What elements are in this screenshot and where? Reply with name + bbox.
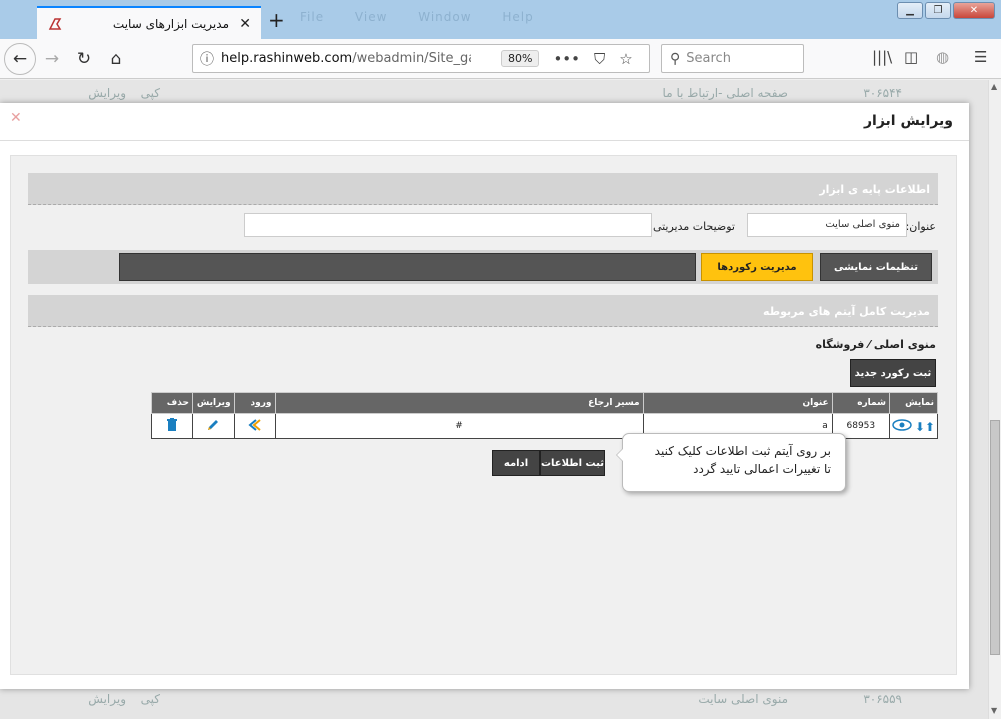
- eye-icon[interactable]: [892, 418, 912, 434]
- enter-icon: [247, 418, 261, 431]
- bg-row-title: صفحه اصلی -ارتباط با ما: [662, 86, 788, 100]
- col-number: شماره: [831, 392, 890, 414]
- modal-header: ✕ ویرایش ابزار: [0, 103, 969, 141]
- new-tab-button[interactable]: +: [268, 8, 285, 32]
- scroll-down-icon[interactable]: ▼: [991, 706, 997, 715]
- minimize-button[interactable]: ▁: [897, 2, 923, 19]
- bg-row-edit: ویرایش: [88, 692, 126, 706]
- back-icon[interactable]: ←: [4, 43, 36, 75]
- tab-display-settings[interactable]: تنظیمات نمایشی: [820, 253, 932, 281]
- hamburger-menu-icon[interactable]: ☰: [974, 48, 987, 66]
- records-table: نمایش شماره عنوان مسیر ارجاع ورود ویرایش…: [151, 392, 939, 439]
- sidebar-icon[interactable]: ◫: [904, 48, 918, 66]
- tab-close-icon[interactable]: ✕: [237, 16, 251, 32]
- tooltip-line-1: بر روی آیتم ثبت اطلاعات کلیک کنید: [654, 444, 831, 458]
- scroll-up-icon[interactable]: ▲: [991, 82, 997, 91]
- tab-title: مدیریت ابزارهای سایت: [112, 16, 229, 31]
- page-actions-icon[interactable]: •••: [553, 50, 580, 68]
- url-bar[interactable]: ⓘ help.rashinweb.com/webadmin/Site_gad 8…: [192, 44, 650, 73]
- menu-view[interactable]: View: [355, 10, 387, 24]
- bg-row-edit: ویرایش: [88, 86, 126, 100]
- globe-icon[interactable]: ◍: [936, 48, 949, 66]
- home-icon[interactable]: ⌂: [104, 47, 128, 71]
- page-scrollbar[interactable]: ▲ ▼: [988, 80, 1001, 719]
- enter-cell[interactable]: [233, 413, 276, 439]
- url-path: /webadmin/Site_gad: [352, 51, 471, 66]
- breadcrumb: منوی اصلی ⁄ فروشگاه: [815, 338, 936, 351]
- bookmark-star-icon[interactable]: ☆: [619, 50, 632, 68]
- menu-window[interactable]: Window: [418, 10, 471, 24]
- active-tab[interactable]: ✕ مدیریت ابزارهای سایت: [37, 6, 261, 39]
- base-info-header: اطلاعات پایه ی ابزار: [28, 173, 938, 205]
- reload-icon[interactable]: ↻: [72, 47, 96, 71]
- bg-row-id: ۳۰۶۵۴۴: [863, 86, 902, 100]
- browser-window: ✕ مدیریت ابزارهای سایت + File View Windo…: [0, 0, 1001, 719]
- tab-record-management[interactable]: مدیریت رکوردها: [701, 253, 813, 281]
- col-path: مسیر ارجاع: [274, 392, 644, 414]
- forward-icon[interactable]: →: [40, 47, 64, 71]
- window-controls: ▁ ❐ ✕: [897, 2, 995, 19]
- modal-body: اطلاعات پایه ی ابزار عنوان: منوی اصلی سا…: [10, 155, 957, 675]
- scroll-thumb[interactable]: [990, 420, 1000, 655]
- admin-desc-label: توضیحات مدیریتی:: [649, 220, 735, 233]
- title-input[interactable]: منوی اصلی سایت: [747, 213, 907, 237]
- col-enter: ورود: [233, 392, 276, 414]
- col-edit: ویرایش: [191, 392, 235, 414]
- info-icon[interactable]: ⓘ: [193, 49, 221, 69]
- menu-bar: File View Window Help: [300, 10, 560, 24]
- url-host: help.rashinweb.com: [221, 51, 353, 66]
- navigation-bar: ← → ↻ ⌂ ⓘ help.rashinweb.com/webadmin/Si…: [0, 39, 1001, 79]
- bg-row-copy: کپی: [140, 692, 160, 706]
- edit-cell[interactable]: [191, 413, 235, 439]
- instruction-tooltip: بر روی آیتم ثبت اطلاعات کلیک کنید تا تغی…: [616, 433, 846, 492]
- search-placeholder: Search: [686, 51, 731, 66]
- search-input[interactable]: ⚲ Search: [661, 44, 804, 73]
- site-favicon-icon: [47, 16, 63, 32]
- window-close-button[interactable]: ✕: [953, 2, 995, 19]
- tab-content-strip: [119, 253, 696, 281]
- trash-icon[interactable]: [166, 418, 177, 434]
- url-text[interactable]: help.rashinweb.com/webadmin/Site_gad: [221, 51, 471, 66]
- pocket-icon[interactable]: ⛉: [594, 50, 605, 68]
- bg-row-title: منوی اصلی سایت: [698, 692, 788, 706]
- zoom-level[interactable]: 80%: [501, 50, 540, 67]
- tooltip-line-2: تا تغییرات اعمالی تایید گردد: [693, 462, 831, 476]
- bg-row-id: ۳۰۶۵۵۹: [863, 692, 902, 706]
- pencil-icon[interactable]: [206, 419, 220, 435]
- col-display: نمایش: [888, 392, 939, 414]
- library-icon[interactable]: |||\: [872, 48, 892, 66]
- edit-tool-modal: ✕ ویرایش ابزار اطلاعات پایه ی ابزار عنوا…: [0, 103, 969, 689]
- modal-title: ویرایش ابزار: [863, 113, 953, 129]
- display-cell: ⬆⬇: [888, 413, 939, 439]
- new-record-button[interactable]: ثبت رکورد جدید: [850, 359, 936, 387]
- col-title: عنوان: [642, 392, 833, 414]
- submit-button[interactable]: ثبت اطلاعات: [540, 450, 605, 476]
- bg-row-copy: کپی: [140, 86, 160, 100]
- menu-file[interactable]: File: [300, 10, 324, 24]
- items-header: مدیریت کامل آیتم های مربوطه: [28, 295, 938, 327]
- col-delete: حذف: [151, 392, 193, 414]
- move-arrows-icon[interactable]: ⬆⬇: [915, 420, 935, 434]
- menu-help[interactable]: Help: [502, 10, 533, 24]
- search-icon: ⚲: [670, 50, 681, 67]
- continue-button[interactable]: ادامه: [492, 450, 540, 476]
- admin-desc-input[interactable]: [244, 213, 652, 237]
- title-bar: ✕ مدیریت ابزارهای سایت + File View Windo…: [0, 0, 1001, 39]
- background-row: ۳۰۶۵۵۹ منوی اصلی سایت کپی ویرایش: [0, 692, 988, 716]
- modal-close-icon[interactable]: ✕: [10, 110, 22, 126]
- title-label: عنوان:: [905, 220, 936, 233]
- delete-cell[interactable]: [151, 413, 193, 439]
- maximize-button[interactable]: ❐: [925, 2, 951, 19]
- row-path: #: [274, 413, 644, 439]
